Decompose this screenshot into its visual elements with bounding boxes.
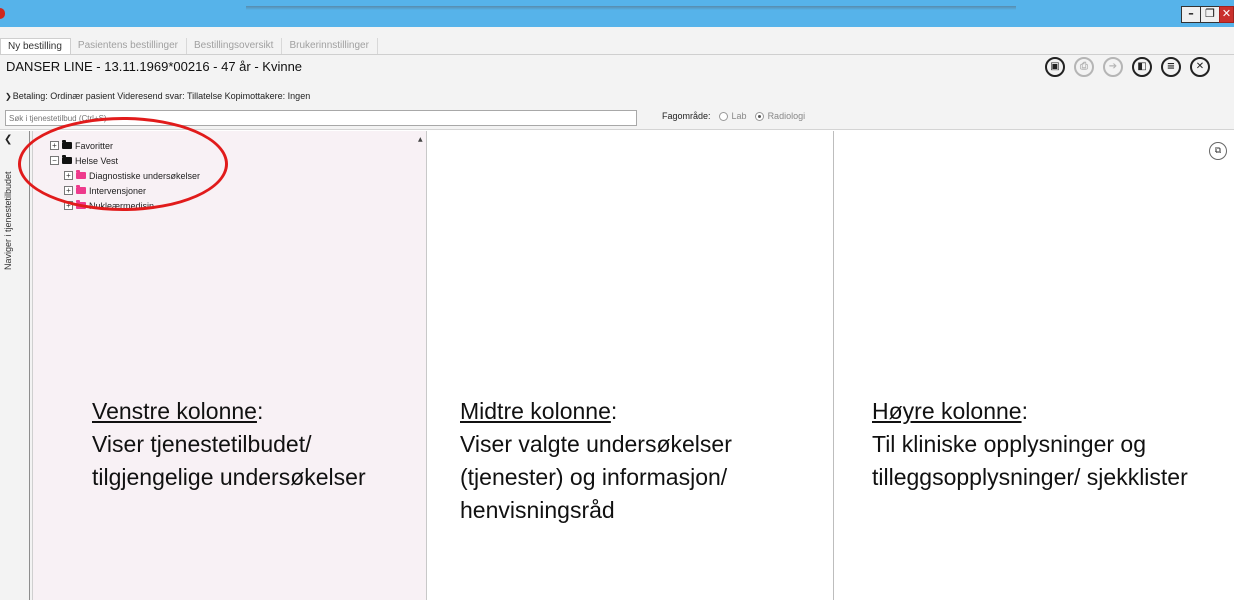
window-close-button[interactable]: ✕ [1219,6,1234,23]
tree-node-label: Diagnostiske undersøkelser [89,170,201,181]
app-icon [0,8,5,19]
radio-lab-label[interactable]: Lab [732,111,747,121]
payment-info-text: Betaling: Ordinær pasient Videresend sva… [12,91,311,101]
patient-header: DANSER LINE - 13.11.1969*00216 - 47 år -… [6,59,303,74]
folder-icon [76,170,86,179]
fagomrade-selector: Fagområde: Lab Radiologi [662,111,805,121]
middle-column [428,131,834,600]
title-bar-shade [246,6,1016,10]
tree-node-favoritter[interactable]: + Favoritter [50,138,200,153]
tree-node-label: Helse Vest [75,155,119,166]
tree-node-label: Intervensjoner [89,185,147,196]
expand-icon[interactable]: + [64,201,73,210]
right-column [835,131,1234,600]
collapse-node-icon[interactable]: − [50,156,59,165]
tree-node-nukleaermedisin[interactable]: + Nukleærmedisin [50,198,200,213]
tab-pasientens-bestillinger[interactable]: Pasientens bestillinger [71,38,187,54]
tab-bestillingsoversikt[interactable]: Bestillingsoversikt [187,38,283,54]
title-bar [0,0,1234,27]
toolbar: ▣ ⎙ ➔ ◧ ≡ ✕ [1045,57,1219,77]
folder-icon [62,140,72,149]
tree-node-label: Favoritter [75,140,114,151]
expand-icon[interactable]: + [50,141,59,150]
popout-icon[interactable]: ⧉ [1209,142,1227,160]
radio-lab[interactable] [718,111,728,121]
caption-middle-body: Viser valgte undersøkelser (tjenester) o… [460,431,732,523]
caption-left: Venstre kolonne: Viser tjenestetilbudet/… [92,395,412,494]
tree-node-label: Nukleærmedisin [89,200,155,211]
open-folder-icon [62,155,72,164]
caption-left-colon: : [256,398,264,424]
save-icon[interactable]: ▣ [1045,57,1065,77]
caption-middle-colon: : [610,398,618,424]
collapse-icon[interactable]: ❮ [4,134,12,145]
chevron-down-icon[interactable]: ❯ [5,92,12,101]
close-icon[interactable]: ✕ [1190,57,1210,77]
tab-ny-bestilling[interactable]: Ny bestilling [0,38,71,54]
caption-right-body: Til kliniske opplysninger og tilleggsopp… [872,431,1188,490]
radio-radiologi[interactable] [754,111,764,121]
tree-node-diagnostiske[interactable]: + Diagnostiske undersøkelser [50,168,200,183]
fagomrade-label: Fagområde: [662,111,711,121]
caption-right: Høyre kolonne: Til kliniske opplysninger… [872,395,1227,494]
caption-middle-heading: Midtre kolonne [460,398,611,424]
print-icon[interactable]: ⎙ [1074,57,1094,77]
service-tree: + Favoritter − Helse Vest + Diagnostiske… [50,138,200,213]
send-icon[interactable]: ➔ [1103,57,1123,77]
payment-info-bar[interactable]: ❯Betaling: Ordinær pasient Videresend sv… [5,91,310,101]
radio-radiologi-label[interactable]: Radiologi [768,111,806,121]
maximize-button[interactable]: ❐ [1200,6,1220,23]
tab-brukerinnstillinger[interactable]: Brukerinnstillinger [282,38,378,54]
caption-middle: Midtre kolonne: Viser valgte undersøkels… [460,395,830,527]
caption-left-heading: Venstre kolonne [92,398,257,424]
folder-icon [76,200,86,209]
folder-icon [76,185,86,194]
caption-left-body: Viser tjenestetilbudet/ tilgjengelige un… [92,431,366,490]
search-input[interactable] [5,110,637,126]
expand-icon[interactable]: + [64,186,73,195]
left-column: ❮ Naviger i tjenestetilbudet ▲ + Favorit… [0,131,427,600]
navigation-side-tab[interactable]: ❮ Naviger i tjenestetilbudet [0,131,33,600]
minimize-button[interactable]: – [1181,6,1201,23]
tab-divider [0,54,1234,55]
scroll-up-icon[interactable]: ▲ [418,136,423,143]
tab-bar: Ny bestilling Pasientens bestillinger Be… [0,38,378,54]
caption-right-colon: : [1021,398,1028,424]
list-icon[interactable]: ≡ [1161,57,1181,77]
tree-node-helse-vest[interactable]: − Helse Vest [50,153,200,168]
side-tab-label: Naviger i tjenestetilbudet [3,171,13,270]
caption-right-heading: Høyre kolonne [872,398,1022,424]
expand-icon[interactable]: + [64,171,73,180]
tree-node-intervensjoner[interactable]: + Intervensjoner [50,183,200,198]
book-icon[interactable]: ◧ [1132,57,1152,77]
